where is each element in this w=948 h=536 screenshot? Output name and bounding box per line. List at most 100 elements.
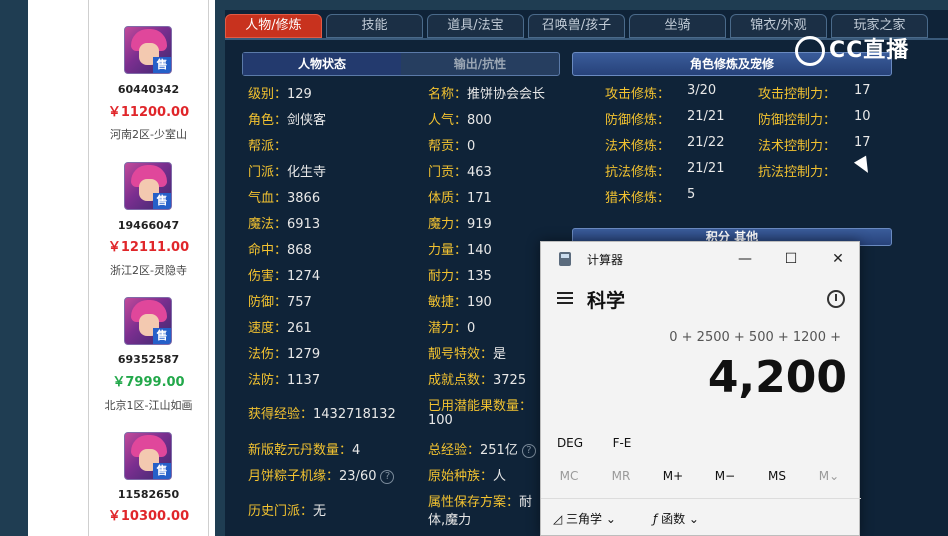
trigonometry-dropdown[interactable]: ◿ 三角学 ⌄: [553, 508, 616, 530]
sale-badge: 售: [153, 463, 171, 479]
control-defense: 防御控制力：: [758, 113, 837, 128]
tab-skills[interactable]: 技能: [326, 14, 423, 38]
cultivation-hunting: 猎术修炼：: [605, 191, 671, 206]
stat-hit: 命中：868: [248, 243, 312, 258]
calculator-title: 计算器: [587, 253, 624, 267]
stat-magic-power: 魔力：919: [428, 217, 492, 232]
status-subtabs: 人物状态 输出/抗性: [242, 52, 560, 76]
tab-mounts[interactable]: 坐骑: [629, 14, 726, 38]
memory-list-button[interactable]: M⌄: [804, 466, 854, 486]
stat-constitution: 体质：171: [428, 191, 492, 206]
stat-race: 原始种族：人: [428, 469, 507, 484]
result-display: 4,200: [707, 352, 847, 403]
stat-damage: 伤害：1274: [248, 269, 321, 284]
stat-hp: 气血：3866: [248, 191, 321, 206]
cultivation-magic-value: 21/22: [687, 135, 725, 150]
control-magic: 法术控制力：: [758, 139, 837, 154]
stat-name: 名称：推饼协会会长: [428, 87, 546, 102]
sale-badge: 售: [153, 57, 171, 73]
stat-agility: 敏捷：190: [428, 295, 492, 310]
character-avatar[interactable]: 售: [124, 162, 172, 210]
item-id: 69352587: [117, 353, 180, 366]
mr-button[interactable]: MR: [596, 466, 646, 486]
cultivation-resist-value: 21/21: [687, 161, 725, 176]
listing-item[interactable]: 售 69352587 ￥7999.00 北京1区-江山如画: [88, 270, 209, 412]
expression-display: 0 + 2500 + 500 + 1200 +: [669, 330, 841, 345]
stat-total-experience: 总经验：251亿?: [428, 439, 536, 458]
cultivation-defense: 防御修炼：: [605, 113, 671, 128]
listing-item[interactable]: 售 60440342 ￥11200.00 河南2区-少室山: [88, 0, 209, 141]
stat-achievement-points: 成就点数：3725: [428, 373, 527, 388]
stat-defense: 防御：757: [248, 295, 312, 310]
menu-icon[interactable]: [557, 292, 573, 304]
calculator-mode: 科学: [587, 290, 626, 312]
control-attack: 攻击控制力：: [758, 87, 837, 102]
fe-button[interactable]: F-E: [597, 433, 647, 453]
stat-level: 级别：129: [248, 87, 312, 102]
calculator-divider: [541, 498, 861, 499]
item-price: ￥7999.00: [112, 375, 185, 390]
listing-item[interactable]: 售 11582650 ￥10300.00: [88, 406, 209, 536]
calculator-titlebar[interactable]: 计算器 — ☐ ✕: [541, 242, 861, 276]
cc-live-logo: CC直播: [795, 36, 925, 66]
function-dropdown[interactable]: ƒ 函数 ⌄: [653, 508, 699, 530]
item-id: 11582650: [117, 488, 180, 501]
stat-guild: 帮派：: [248, 139, 288, 154]
stat-used-potential-fruit: 已用潜能果数量：: [428, 399, 533, 414]
stat-role: 角色：剑侠客: [248, 113, 327, 128]
stat-magic-defense: 法防：1137: [248, 373, 321, 388]
cultivation-hunting-value: 5: [687, 187, 696, 202]
stat-experience: 获得经验：1432718132: [248, 407, 396, 422]
control-attack-value: 17: [854, 83, 871, 98]
deg-button[interactable]: DEG: [545, 433, 595, 453]
cultivation-defense-value: 21/21: [687, 109, 725, 124]
page-margin: [0, 0, 28, 536]
sale-badge: 售: [153, 193, 171, 209]
item-id: 19466047: [117, 219, 180, 232]
calculator-window[interactable]: 计算器 — ☐ ✕ 科学 0 + 2500 + 500 + 1200 + 4,2…: [540, 241, 861, 536]
stat-qianyuan: 新版乾元丹数量：4: [248, 443, 361, 458]
stat-school-contribution: 门贡：463: [428, 165, 492, 180]
character-avatar[interactable]: 售: [124, 297, 172, 345]
close-button[interactable]: ✕: [818, 246, 858, 272]
calculator-app-icon: [559, 252, 571, 266]
stat-school: 门派：化生寺: [248, 165, 327, 180]
tab-character[interactable]: 人物/修炼: [225, 14, 322, 38]
sale-badge: 售: [153, 328, 171, 344]
tab-appearance[interactable]: 锦衣/外观: [730, 14, 827, 38]
cultivation-resist: 抗法修炼：: [605, 165, 671, 180]
stat-vanity-effect: 靓号特效：是: [428, 347, 507, 362]
maximize-button[interactable]: ☐: [771, 246, 811, 272]
stat-history-school: 历史门派：无: [248, 504, 327, 519]
listing-item[interactable]: 售 19466047 ￥12111.00 浙江2区-灵隐寺: [88, 136, 209, 277]
stat-guild-contribution: 帮贡：0: [428, 139, 476, 154]
item-price: ￥12111.00: [107, 240, 190, 255]
subtab-output[interactable]: 输出/抗性: [401, 53, 559, 75]
help-icon[interactable]: ?: [380, 469, 395, 484]
m-minus-button[interactable]: M−: [700, 466, 750, 486]
stat-zongzi: 月饼粽子机缘：23/60?: [248, 465, 395, 484]
mc-button[interactable]: MC: [544, 466, 594, 486]
m-plus-button[interactable]: M+: [648, 466, 698, 486]
ms-button[interactable]: MS: [752, 466, 802, 486]
subtab-status[interactable]: 人物状态: [243, 53, 401, 75]
item-price: ￥11200.00: [107, 105, 190, 120]
stat-save-plan-value: 体,魔力: [428, 513, 472, 528]
tab-player-home[interactable]: 玩家之家: [831, 14, 928, 38]
stat-popularity: 人气：800: [428, 113, 492, 128]
stat-strength: 力量：140: [428, 243, 492, 258]
history-icon[interactable]: [827, 290, 845, 308]
help-icon[interactable]: ?: [521, 443, 536, 458]
tab-items[interactable]: 道具/法宝: [427, 14, 524, 38]
listing-panel: 售 60440342 ￥11200.00 河南2区-少室山 售 19466047…: [0, 0, 215, 536]
control-resist: 抗法控制力：: [758, 165, 837, 180]
cultivation-attack: 攻击修炼：: [605, 87, 671, 102]
character-avatar[interactable]: 售: [124, 432, 172, 480]
tab-pets[interactable]: 召唤兽/孩子: [528, 14, 625, 38]
minimize-button[interactable]: —: [725, 246, 765, 272]
character-avatar[interactable]: 售: [124, 26, 172, 74]
stat-save-plan: 属性保存方案：耐: [428, 495, 533, 510]
stat-used-potential-fruit-value: 100: [428, 413, 453, 428]
item-price: ￥10300.00: [107, 509, 190, 524]
stat-mp: 魔法：6913: [248, 217, 321, 232]
